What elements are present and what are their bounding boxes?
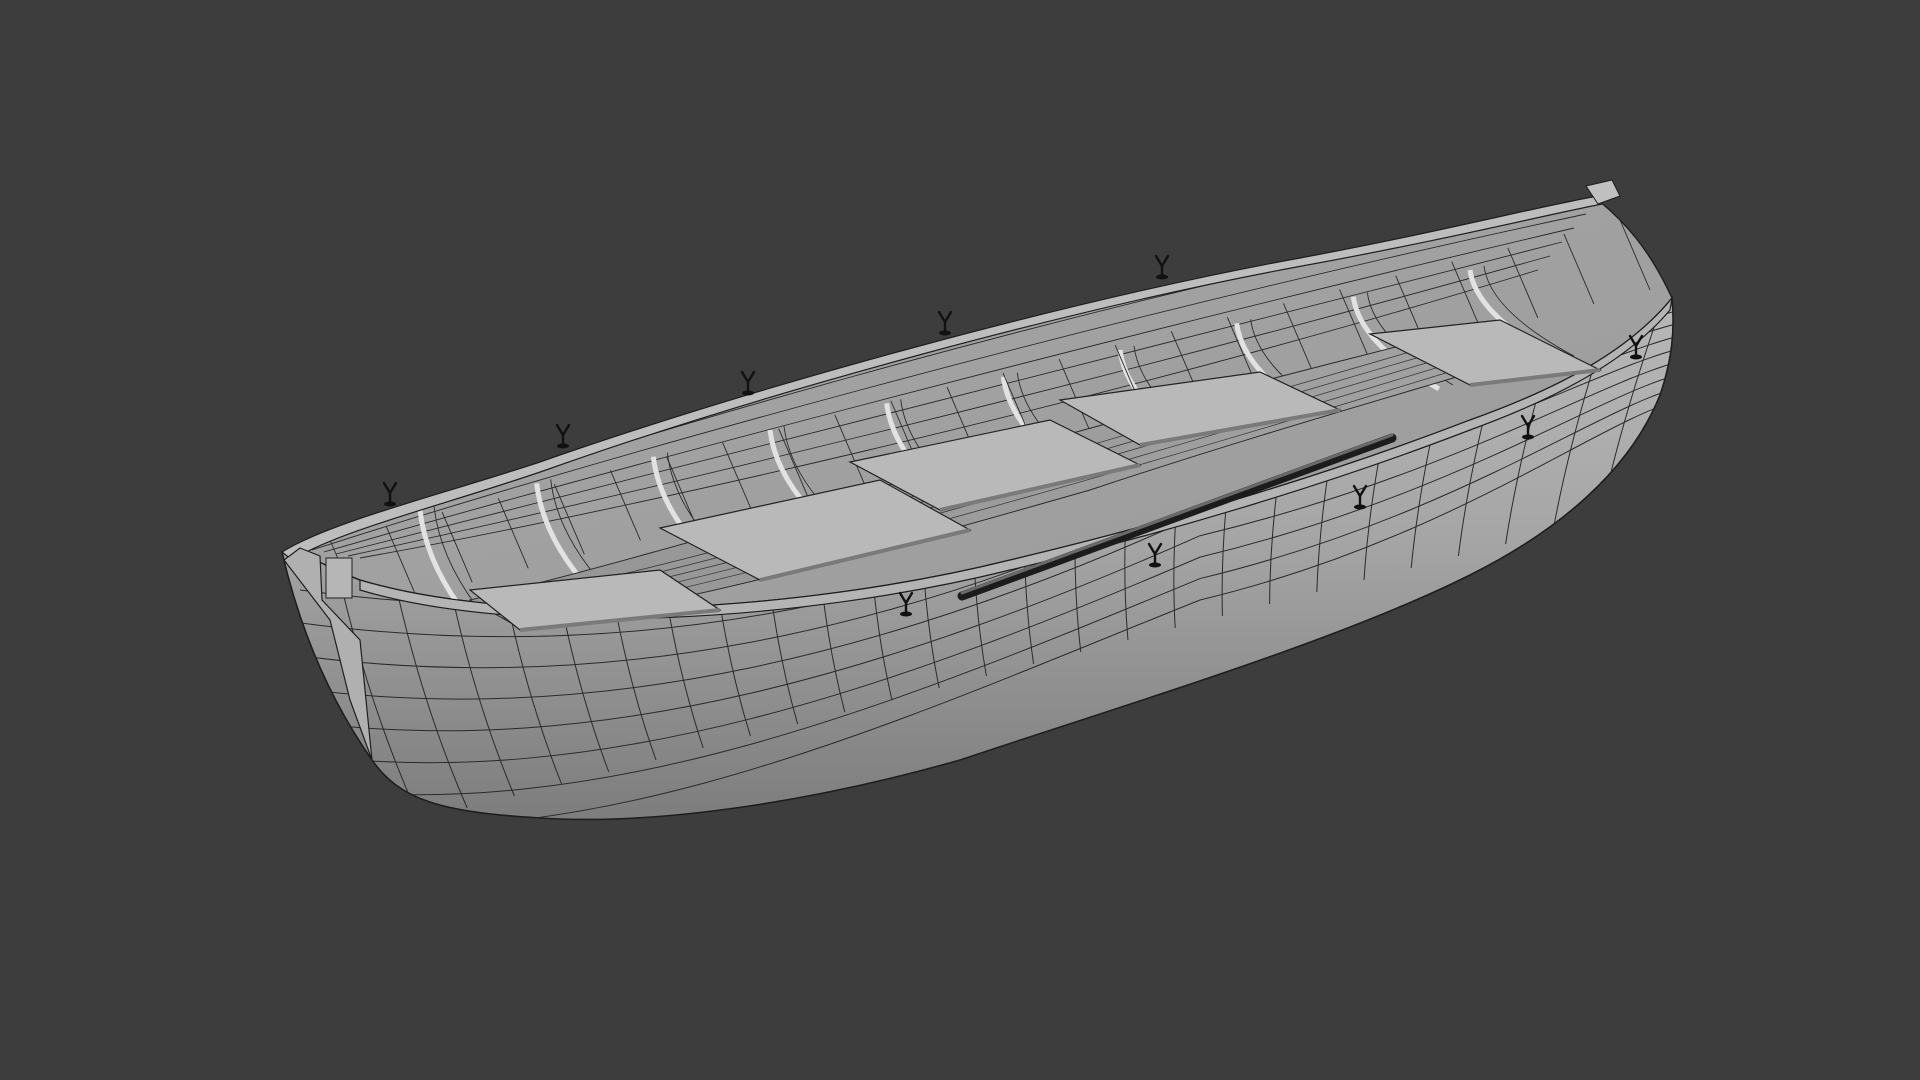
viewport-canvas[interactable] [0,0,1920,1080]
oarlock-icon[interactable] [382,481,398,507]
oarlock-icon[interactable] [740,370,756,396]
3d-viewport[interactable] [0,0,1920,1080]
oarlock-icon[interactable] [1154,254,1170,280]
oarlock-icon[interactable] [555,423,571,449]
oarlock-icon[interactable] [937,310,953,336]
